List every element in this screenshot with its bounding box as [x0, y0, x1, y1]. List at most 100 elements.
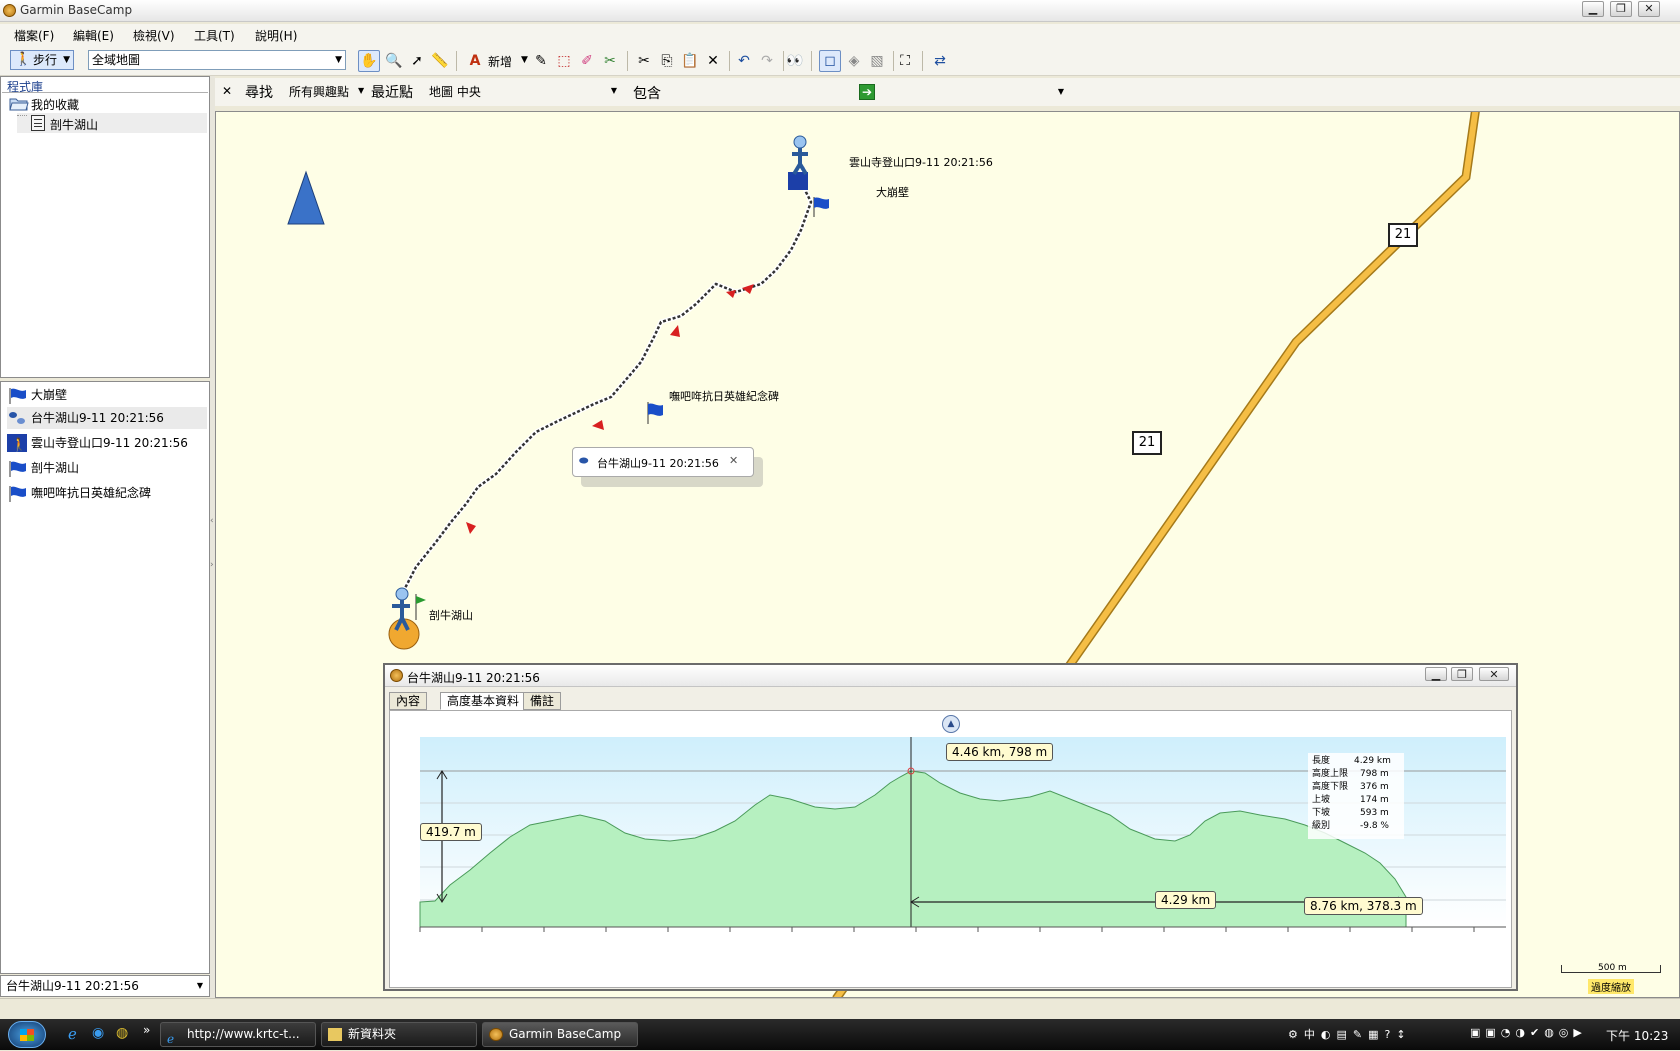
flag-icon: [813, 197, 829, 217]
copy-icon[interactable]: ⎘: [656, 50, 678, 72]
scissors-tool-icon[interactable]: ✂: [599, 50, 621, 72]
chrome-icon[interactable]: ◍: [116, 1025, 128, 1041]
device-transfer-icon[interactable]: ⇄: [929, 50, 951, 72]
fit-map-icon[interactable]: ⛶: [894, 50, 916, 72]
route-21-shield: 21: [1388, 223, 1418, 247]
overzoom-label: 過度縮放: [1588, 979, 1634, 994]
browser-icon[interactable]: ◉: [92, 1025, 104, 1041]
menu-file[interactable]: 檔案(F): [14, 27, 54, 44]
list-item[interactable]: 🚶 雲山寺登山口9-11 20:21:56: [7, 432, 207, 454]
poi-category-select[interactable]: 所有興趣點: [289, 83, 349, 100]
chevron-down-icon: ▼: [63, 55, 70, 65]
hiker-waypoint-icon: [788, 135, 808, 190]
y-axis-top-label: 800: [424, 729, 442, 739]
map-layer-icon[interactable]: ▧: [866, 50, 888, 72]
selected-item-dropdown[interactable]: 台牛湖山9-11 20:21:56 ▼: [0, 975, 210, 997]
tab-properties[interactable]: 內容: [389, 692, 428, 710]
profile-restore-button[interactable]: ❐: [1451, 667, 1473, 681]
menu-edit[interactable]: 編輯(E): [73, 27, 114, 44]
collapse-up-icon[interactable]: ▲: [942, 715, 960, 733]
binoculars-icon[interactable]: 👀: [784, 50, 806, 72]
pan-hand-icon[interactable]: ✋: [358, 50, 380, 72]
select-arrow-icon[interactable]: ➚: [406, 50, 428, 72]
toolbar-separator: [627, 51, 628, 71]
nearest-label: 最近點: [371, 85, 413, 101]
list-item[interactable]: 台牛湖山9-11 20:21:56: [7, 407, 207, 429]
close-button[interactable]: ✕: [1638, 1, 1660, 17]
collapse-left-icon[interactable]: ‹: [210, 516, 214, 526]
my-collection-folder[interactable]: 我的收藏: [31, 96, 79, 113]
3d-view-icon[interactable]: ◈: [843, 50, 865, 72]
popup-label: 台牛湖山9-11 20:21:56: [597, 457, 719, 470]
map-label-summit: 剖牛湖山: [429, 609, 473, 622]
near-location-select[interactable]: 地圖 中央 ▼: [429, 83, 621, 101]
search-go-icon[interactable]: ➔: [859, 84, 875, 100]
profile-chart-area[interactable]: ▲ 800 4.46 km, 798 m 419.7 m 4.29 km 8.7…: [389, 710, 1512, 988]
stat-max-label: 高度上限: [1312, 769, 1349, 779]
map-label-trailhead: 雲山寺登山口9-11 20:21:56: [849, 156, 993, 169]
taskbar-item-browser[interactable]: ℯ http://www.krtc-t...: [160, 1022, 316, 1047]
undo-icon[interactable]: ↶: [733, 50, 755, 72]
list-item[interactable]: 大崩壁: [7, 384, 207, 406]
search-mode-select[interactable]: 包含 ▼: [633, 83, 1068, 102]
new-item-icon[interactable]: A: [464, 50, 486, 72]
findbar-close-icon[interactable]: ✕: [222, 84, 232, 98]
profile-minimize-button[interactable]: ▁: [1425, 667, 1447, 681]
folder-icon: [328, 1028, 342, 1041]
x-ticks: [419, 927, 1475, 932]
map-view[interactable]: 雲山寺登山口9-11 20:21:56 大崩壁 嘸吧哖抗日英雄紀念碑 剖牛湖山 …: [215, 111, 1680, 998]
activity-select[interactable]: 🚶 步行 ▼: [10, 50, 74, 70]
find-label: 尋找: [245, 85, 273, 101]
stat-length-label: 長度: [1312, 756, 1331, 766]
popup-close-icon[interactable]: ✕: [729, 454, 738, 467]
menu-tools[interactable]: 工具(T): [194, 27, 235, 44]
ie-icon[interactable]: ℯ: [68, 1025, 77, 1043]
list-item[interactable]: 剖牛湖山: [7, 457, 207, 479]
tab-notes[interactable]: 備註: [523, 692, 562, 710]
direction-arrow-icon: [466, 522, 476, 534]
basecamp-app-icon: [390, 669, 403, 682]
folder-open-icon: [9, 96, 29, 112]
restore-button[interactable]: ❐: [1610, 1, 1632, 17]
list-item-label: 雲山寺登山口9-11 20:21:56: [31, 436, 188, 450]
scale-label: 500 m: [1598, 963, 1627, 973]
item-list-panel: 大崩壁 台牛湖山9-11 20:21:56 🚶 雲山寺登山口9-11 20:21…: [0, 381, 210, 974]
tab-elevation-profile[interactable]: 高度基本資料: [440, 692, 527, 710]
delete-icon[interactable]: ✕: [702, 50, 724, 72]
cut-icon[interactable]: ✂: [633, 50, 655, 72]
taskbar: ℯ ◉ ◍ » ℯ http://www.krtc-t... 新資料夾 Garmi…: [0, 1019, 1680, 1050]
new-label[interactable]: 新增: [488, 53, 512, 70]
library-item-label[interactable]: 剖牛湖山: [50, 116, 98, 133]
system-tray-icons[interactable]: ▣▣◔◑✔◍◎▶: [1470, 1026, 1582, 1039]
chevron-down-icon[interactable]: ▼: [358, 86, 364, 95]
list-item[interactable]: 嘸吧哖抗日英雄紀念碑: [7, 482, 207, 504]
profile-close-button[interactable]: ✕: [1479, 667, 1509, 681]
chevron-down-icon: ▼: [1057, 87, 1064, 96]
chevron-down-icon[interactable]: ▼: [521, 55, 528, 65]
track-icon: ⬬: [579, 454, 589, 467]
track-popup[interactable]: ⬬ 台牛湖山9-11 20:21:56 ✕: [572, 447, 754, 477]
basecamp-app-icon: [489, 1028, 503, 1041]
quicklaunch-more-icon[interactable]: »: [143, 1023, 150, 1037]
menu-help[interactable]: 說明(H): [255, 27, 297, 44]
library-item-row[interactable]: [17, 113, 207, 133]
toolbar-separator: [811, 51, 812, 71]
map-select[interactable]: 全域地圖 ▼: [88, 50, 346, 70]
north-arrow-icon: [287, 170, 325, 225]
taskbar-item-basecamp[interactable]: Garmin BaseCamp: [482, 1022, 638, 1047]
ime-toolbar[interactable]: ⚙中◐▤✎▦?↕: [1288, 1026, 1438, 1042]
taskbar-item-folder[interactable]: 新資料夾: [321, 1022, 477, 1047]
tree-line: [17, 115, 27, 116]
minimize-button[interactable]: ▁: [1582, 1, 1604, 17]
zoom-icon[interactable]: 🔍: [383, 50, 405, 72]
select-area-icon[interactable]: ⬚: [553, 50, 575, 72]
2d-view-icon[interactable]: ◻: [819, 50, 841, 72]
redo-icon[interactable]: ↷: [756, 50, 778, 72]
ruler-icon[interactable]: 📏: [429, 50, 451, 72]
start-button[interactable]: [8, 1021, 46, 1048]
eraser-icon[interactable]: ✐: [576, 50, 598, 72]
menu-view[interactable]: 檢視(V): [133, 27, 175, 44]
pencil-icon[interactable]: ✎: [530, 50, 552, 72]
paste-icon[interactable]: 📋: [679, 50, 701, 72]
expand-right-icon[interactable]: ›: [210, 560, 214, 570]
